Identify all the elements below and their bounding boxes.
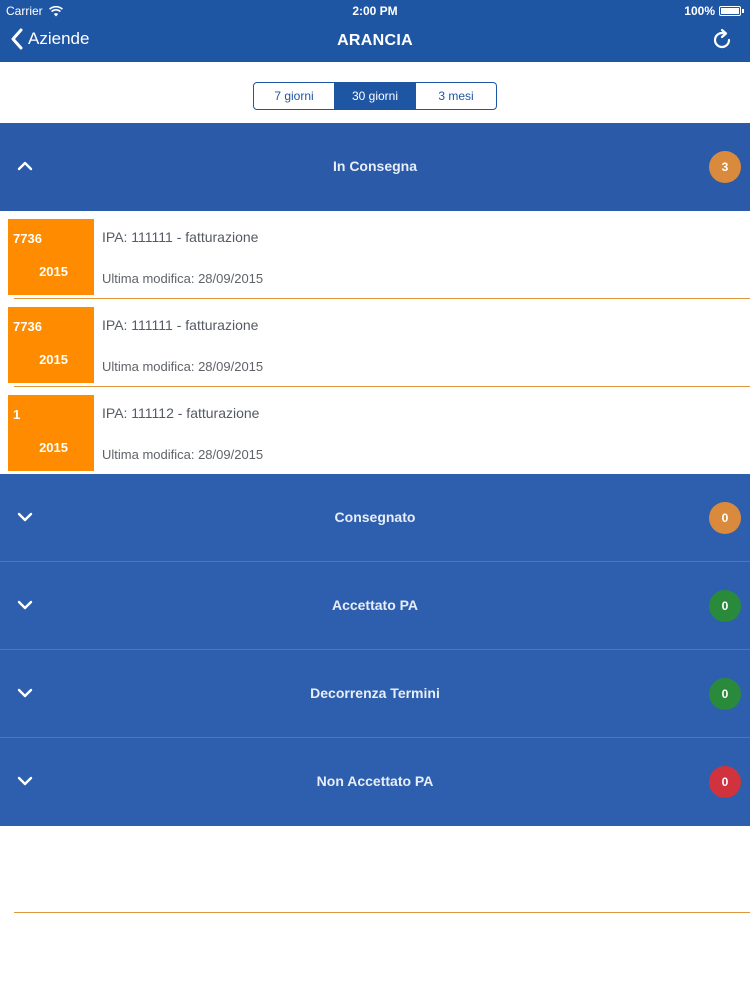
section-decorrenza-termini[interactable]: Decorrenza Termini 0 [0, 650, 750, 738]
document-number: 7736 [13, 319, 42, 334]
document-year: 2015 [39, 352, 68, 367]
list-item[interactable]: 1 2015 IPA: 111112 - fatturazione Ultima… [0, 387, 750, 475]
battery-tip [742, 9, 744, 13]
navigation-bar: Aziende ARANCIA [0, 20, 750, 62]
battery-icon [719, 6, 741, 16]
top-bar: Carrier 2:00 PM 100% Aziende ARANCIA [0, 0, 750, 62]
section-label: Accettato PA [331, 597, 419, 613]
refresh-icon[interactable] [710, 28, 734, 52]
ipa-text: IPA: 111111 - fatturazione [102, 317, 259, 333]
section-accettato-pa[interactable]: Accettato PA 0 [0, 562, 750, 650]
battery-indicator: 100% [684, 4, 744, 18]
count-badge: 0 [709, 766, 741, 798]
document-tile: 7736 2015 [8, 307, 94, 383]
ipa-text: IPA: 111112 - fatturazione [102, 405, 260, 421]
section-consegnato[interactable]: Consegnato 0 [0, 474, 750, 562]
count-badge: 3 [709, 151, 741, 183]
page-title: ARANCIA [337, 32, 413, 49]
segment-7-giorni[interactable]: 7 giorni [254, 83, 335, 109]
list-item[interactable]: 7736 2015 IPA: 111111 - fatturazione Ult… [0, 299, 750, 387]
segment-3-mesi[interactable]: 3 mesi [416, 83, 496, 109]
document-year: 2015 [39, 440, 68, 455]
last-modified: Ultima modifica: 28/09/2015 [102, 447, 264, 462]
section-in-consegna[interactable]: In Consegna 3 [0, 123, 750, 211]
section-label: In Consegna [332, 158, 417, 174]
status-bar: Carrier 2:00 PM 100% [0, 0, 750, 20]
list-item[interactable]: 7736 2015 IPA: 111111 - fatturazione Ult… [0, 211, 750, 299]
ipa-text: IPA: 111111 - fatturazione [102, 229, 259, 245]
section-non-accettato-pa[interactable]: Non Accettato PA 0 [0, 738, 750, 826]
section-label: Decorrenza Termini [310, 685, 440, 701]
document-number: 1 [13, 407, 21, 422]
period-segmented-control: 7 giorni 30 giorni 3 mesi [253, 82, 497, 110]
section-label: Consegnato [334, 509, 416, 525]
count-badge: 0 [709, 502, 741, 534]
document-number: 7736 [13, 231, 42, 246]
document-year: 2015 [39, 264, 68, 279]
battery-label: 100% [684, 4, 715, 18]
count-badge: 0 [709, 590, 741, 622]
count-badge: 0 [709, 678, 741, 710]
footer-separator [14, 912, 750, 913]
last-modified: Ultima modifica: 28/09/2015 [102, 359, 264, 374]
document-tile: 1 2015 [8, 395, 94, 471]
document-tile: 7736 2015 [8, 219, 94, 295]
section-label: Non Accettato PA [316, 773, 434, 789]
last-modified: Ultima modifica: 28/09/2015 [102, 271, 264, 286]
segment-30-giorni[interactable]: 30 giorni [335, 83, 416, 109]
status-time: 2:00 PM [352, 4, 398, 18]
